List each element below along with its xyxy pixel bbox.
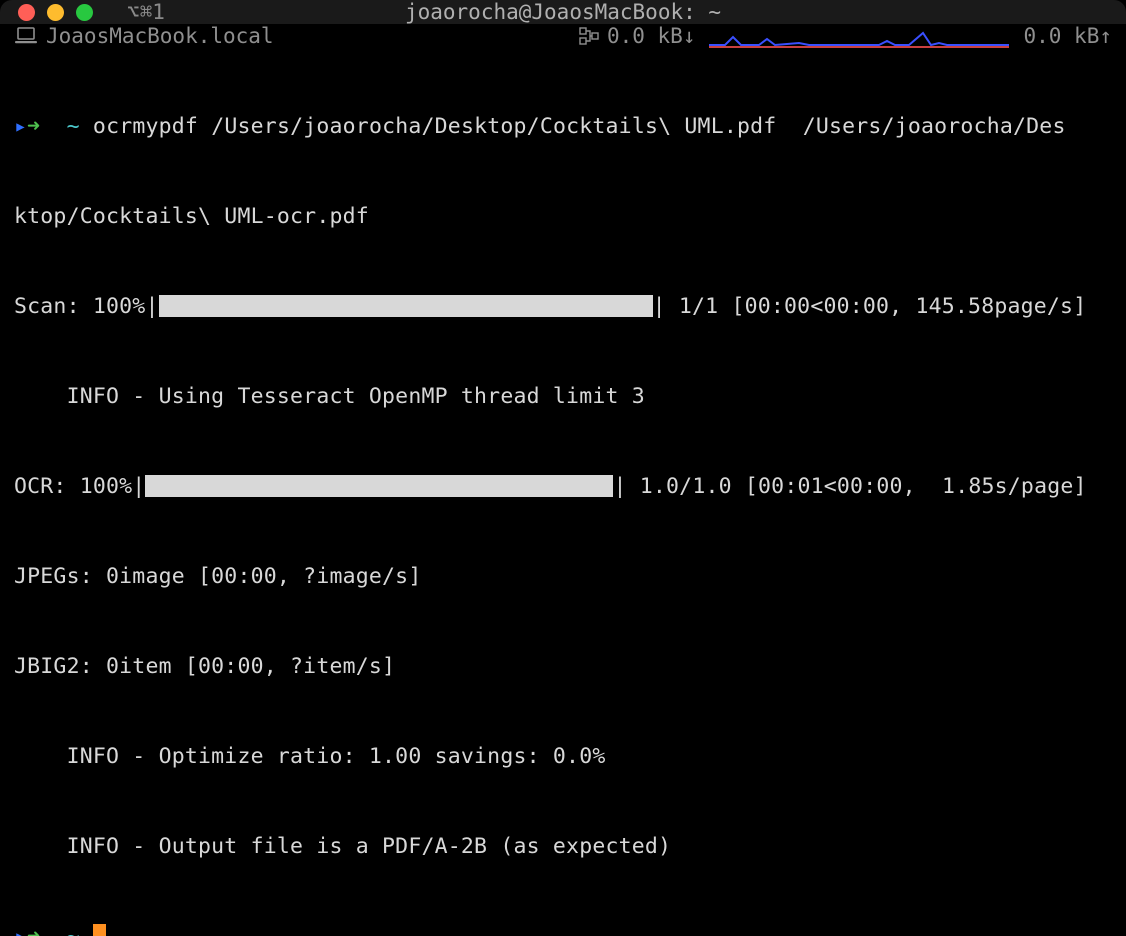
minimize-button[interactable] [47, 4, 64, 21]
prompt-bracket-icon: ▸ [14, 114, 27, 139]
scan-progress-bar [159, 295, 653, 317]
ocr-progress-bar [145, 475, 613, 497]
output-scan: Scan: 100%| | 1/1 [00:00<00:00, 145.58pag… [14, 292, 1112, 322]
window-title: joaorocha@JoaosMacBook: ~ [405, 0, 721, 24]
prompt-bracket-icon: ▸ [14, 924, 27, 936]
output-info-output: INFO - Output file is a PDF/A-2B (as exp… [14, 832, 1112, 862]
output-info-thread: INFO - Using Tesseract OpenMP thread lim… [14, 382, 1112, 412]
command-line-2: ktop/Cocktails\ UML-ocr.pdf [14, 202, 1112, 232]
output-jpegs: JPEGs: 0image [00:00, ?image/s] [14, 562, 1112, 592]
net-up-label: 0.0 kB↑ [1023, 24, 1112, 48]
prompt-cwd: ~ [67, 114, 80, 139]
scan-tail: | 1/1 [00:00<00:00, 145.58page/s] [653, 294, 1087, 319]
command-line-1: ▸➜ ~ ocrmypdf /Users/joaorocha/Desktop/C… [14, 112, 1112, 142]
net-down-label: 0.0 kB↓ [607, 24, 696, 48]
output-ocr: OCR: 100%| | 1.0/1.0 [00:01<00:00, 1.85s/… [14, 472, 1112, 502]
network-graph [709, 24, 1009, 48]
cursor [93, 924, 106, 936]
command-text: ocrmypdf /Users/joaorocha/Desktop/Cockta… [93, 114, 1066, 139]
prompt-cwd: ~ [67, 924, 80, 936]
traffic-lights [18, 4, 93, 21]
titlebar[interactable]: ⌥⌘1 joaorocha@JoaosMacBook: ~ [0, 0, 1126, 24]
zoom-button[interactable] [76, 4, 93, 21]
terminal-window: ⌥⌘1 joaorocha@JoaosMacBook: ~ JoaosMacBo… [0, 0, 1126, 936]
laptop-icon [14, 27, 38, 45]
prompt-arrow-icon: ➜ [27, 924, 40, 936]
status-left: JoaosMacBook.local [14, 24, 274, 48]
status-right: 0.0 kB↓ 0.0 kB↑ [579, 24, 1112, 48]
terminal-body[interactable]: ▸➜ ~ ocrmypdf /Users/joaorocha/Desktop/C… [0, 48, 1126, 936]
prompt-arrow-icon: ➜ [27, 114, 40, 139]
prompt-line[interactable]: ▸➜ ~ [14, 922, 1112, 936]
hostname-label: JoaosMacBook.local [46, 24, 274, 48]
tmux-statusbar: JoaosMacBook.local 0.0 kB↓ 0.0 kB↑ [0, 24, 1126, 48]
close-button[interactable] [18, 4, 35, 21]
scan-label: Scan: 100%| [14, 294, 159, 319]
output-jbig2: JBIG2: 0item [00:00, ?item/s] [14, 652, 1112, 682]
network-icon [579, 27, 599, 45]
ocr-tail: | 1.0/1.0 [00:01<00:00, 1.85s/page] [613, 474, 1086, 499]
output-info-optimize: INFO - Optimize ratio: 1.00 savings: 0.0… [14, 742, 1112, 772]
tab-shortcut-label: ⌥⌘1 [127, 0, 165, 24]
command-text-wrap: ktop/Cocktails\ UML-ocr.pdf [14, 204, 369, 229]
ocr-label: OCR: 100%| [14, 474, 145, 499]
